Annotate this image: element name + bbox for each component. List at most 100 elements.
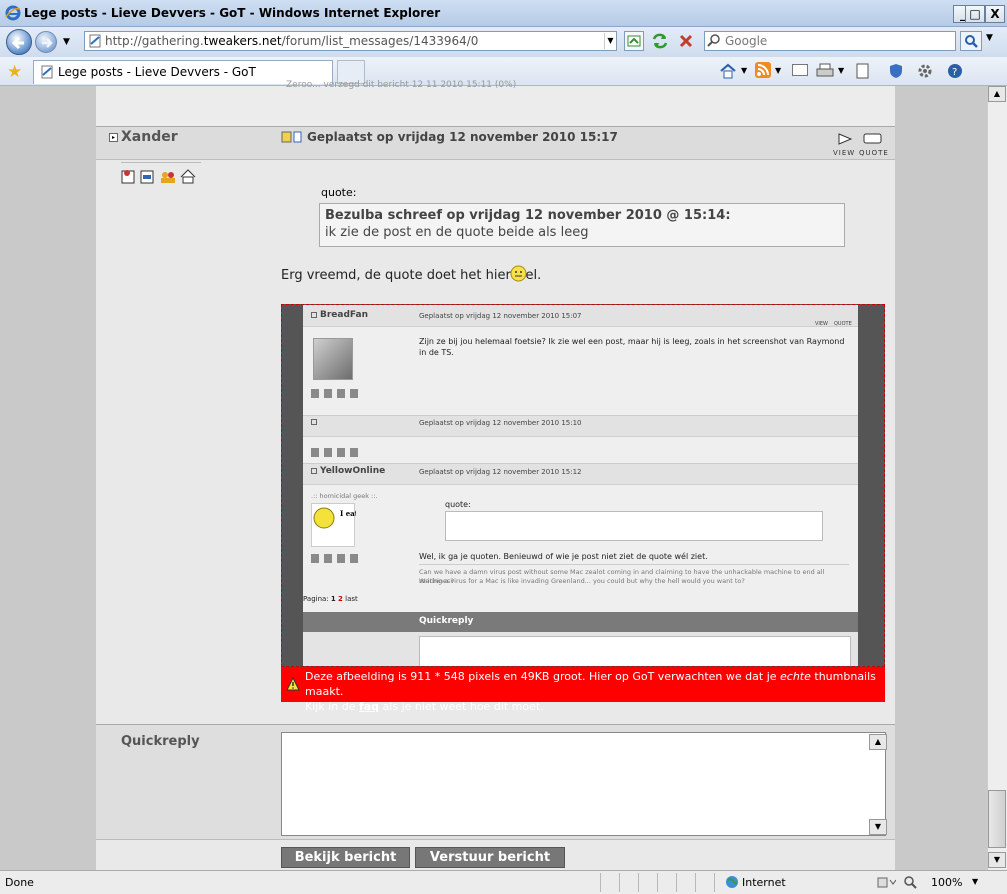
shield-icon [890,64,902,78]
security-zone-text: Internet [742,876,786,889]
faq-link[interactable]: faq [359,700,379,713]
search-icon [965,35,978,48]
favorites-star-icon[interactable]: ★ [7,62,22,82]
quote-label[interactable]: QUOTE [859,149,889,157]
feeds-button[interactable] [755,62,771,78]
printer-icon [816,63,834,77]
home-button[interactable] [718,62,738,80]
compatibility-view-button[interactable] [624,31,644,51]
help-icon: ? [948,64,962,78]
print-dropdown-icon[interactable]: ▼ [838,66,844,75]
forward-button[interactable] [35,31,57,53]
embedded-quickreply-header [303,612,858,632]
quickreply-textarea[interactable]: ▲ ▼ [281,732,887,836]
previous-post-footer: Zeroo... verzegd dit bericht 12 11 2010 … [96,80,895,126]
recent-pages-dropdown-icon[interactable]: ▼ [63,37,70,47]
post-meta-icons[interactable] [281,131,303,143]
forward-arrow-icon [42,38,53,48]
gear-icon [918,64,932,78]
safety-menu-button[interactable] [887,62,905,80]
previous-post-edit-note: Zeroo... verzegd dit bericht 12 11 2010 … [286,80,517,90]
page-icon [856,63,869,79]
svg-text:I eat pussy: I eat pussy [340,509,356,518]
home-dropdown-icon[interactable]: ▼ [741,66,747,75]
print-button[interactable] [815,62,835,80]
url-prefix: http://gathering. [105,34,204,48]
tools-menu-button[interactable] [916,62,934,80]
quote-box: Bezulba schreef op vrijdag 12 november 2… [319,203,845,247]
post-message-text: Erg vreemd, de quote doet het hier wel. [281,268,542,283]
tab-page-icon [39,64,55,80]
read-mail-icon[interactable] [792,64,808,76]
status-text: Done [5,876,34,889]
embedded-quote-label: QUOTE [834,321,852,327]
embedded-quote-box [445,511,823,541]
back-arrow-icon [11,36,24,50]
embedded-post-text: Wel, ik ga je quoten. Benieuwd of wie je… [419,552,708,561]
zoom-icon[interactable] [903,875,917,889]
search-button[interactable] [960,31,982,51]
warning-icon [286,676,300,691]
post-message: Erg vreemd, de quote doet het hier wel. [281,268,541,283]
user-info-divider [121,162,201,163]
embedded-avatar: I eat pussy [311,503,383,547]
scrollbar-thumb[interactable] [988,790,1006,848]
embedded-view-label: VIEW [815,321,828,327]
quote-header: Bezulba schreef op vrijdag 12 november 2… [325,208,731,223]
scroll-down-arrow-icon[interactable]: ▼ [988,852,1006,868]
embedded-quickreply-label: Quickreply [419,616,474,626]
address-bar[interactable]: http://gathering.tweakers.net/forum/list… [84,31,617,51]
quote-post-icon[interactable] [863,132,883,146]
user-profile-icons [121,169,196,184]
post-author[interactable]: Xander [121,129,178,145]
embedded-date: Geplaatst op vrijdag 12 november 2010 15… [419,419,582,427]
textarea-scroll-down-icon[interactable]: ▼ [869,819,887,835]
embedded-screenshot-image[interactable]: BreadFan Geplaatst op vrijdag 12 novembe… [281,304,885,667]
close-window-button[interactable]: X [985,5,1005,23]
warning-line-1: Deze afbeelding is 911 * 548 pixels en 4… [305,670,876,698]
stop-button[interactable] [676,31,696,51]
quickreply-label: Quickreply [121,734,200,749]
scroll-up-arrow-icon[interactable]: ▲ [988,86,1006,102]
refresh-button[interactable] [650,31,670,51]
tab-title: Lege posts - Lieve Devvers - GoT [58,65,256,79]
status-panels [582,873,720,892]
embedded-anchor-icon [311,468,317,474]
address-dropdown-icon[interactable]: ▼ [604,33,616,49]
page-menu-button[interactable] [853,62,873,80]
maximize-button[interactable]: □ [965,5,985,23]
textarea-scroll-up-icon[interactable]: ▲ [869,734,887,750]
zoom-level[interactable]: 100% [931,876,962,889]
help-button[interactable]: ? [946,62,964,80]
window-title: Lege posts - Lieve Devvers - GoT - Windo… [24,6,441,20]
embedded-quickreply-textarea [419,636,851,666]
search-input[interactable]: Google [704,31,956,51]
smiley-icon [510,265,527,282]
embedded-signature-line2: Writing a virus for a Mac is like invadi… [419,577,745,585]
protected-mode-icon[interactable] [876,875,897,889]
zoom-dropdown-icon[interactable]: ▼ [972,877,978,886]
embedded-post-text: Zijn ze bij jou helemaal foetsie? Ik zie… [419,337,845,357]
preview-post-button[interactable]: Bekijk bericht [281,847,410,868]
refresh-icon [652,33,668,49]
feeds-dropdown-icon[interactable]: ▼ [775,66,781,75]
search-options-icon[interactable]: ▼ [986,33,993,43]
view-post-icon[interactable] [836,132,854,146]
post-anchor-icon[interactable]: ▸ [109,133,118,142]
url-path: /forum/list_messages/1433964/0 [281,34,479,48]
status-bar: Done Internet 100% ▼ [0,870,1007,894]
back-button[interactable] [6,29,32,55]
url-domain: tweakers.net [203,34,282,48]
page-icon [88,34,102,48]
ie-logo-icon [5,5,21,21]
embedded-sig-divider [419,564,849,565]
embedded-quote-label: quote: [445,500,471,509]
home-icon [720,63,736,79]
view-label[interactable]: VIEW [833,149,855,157]
user-action-icons[interactable] [121,167,201,185]
embedded-user-icons [311,389,361,398]
page-scrollbar[interactable] [987,86,1007,870]
rss-feed-icon [757,64,769,76]
svg-text:?: ? [952,67,957,78]
send-post-button[interactable]: Verstuur bericht [415,847,565,868]
